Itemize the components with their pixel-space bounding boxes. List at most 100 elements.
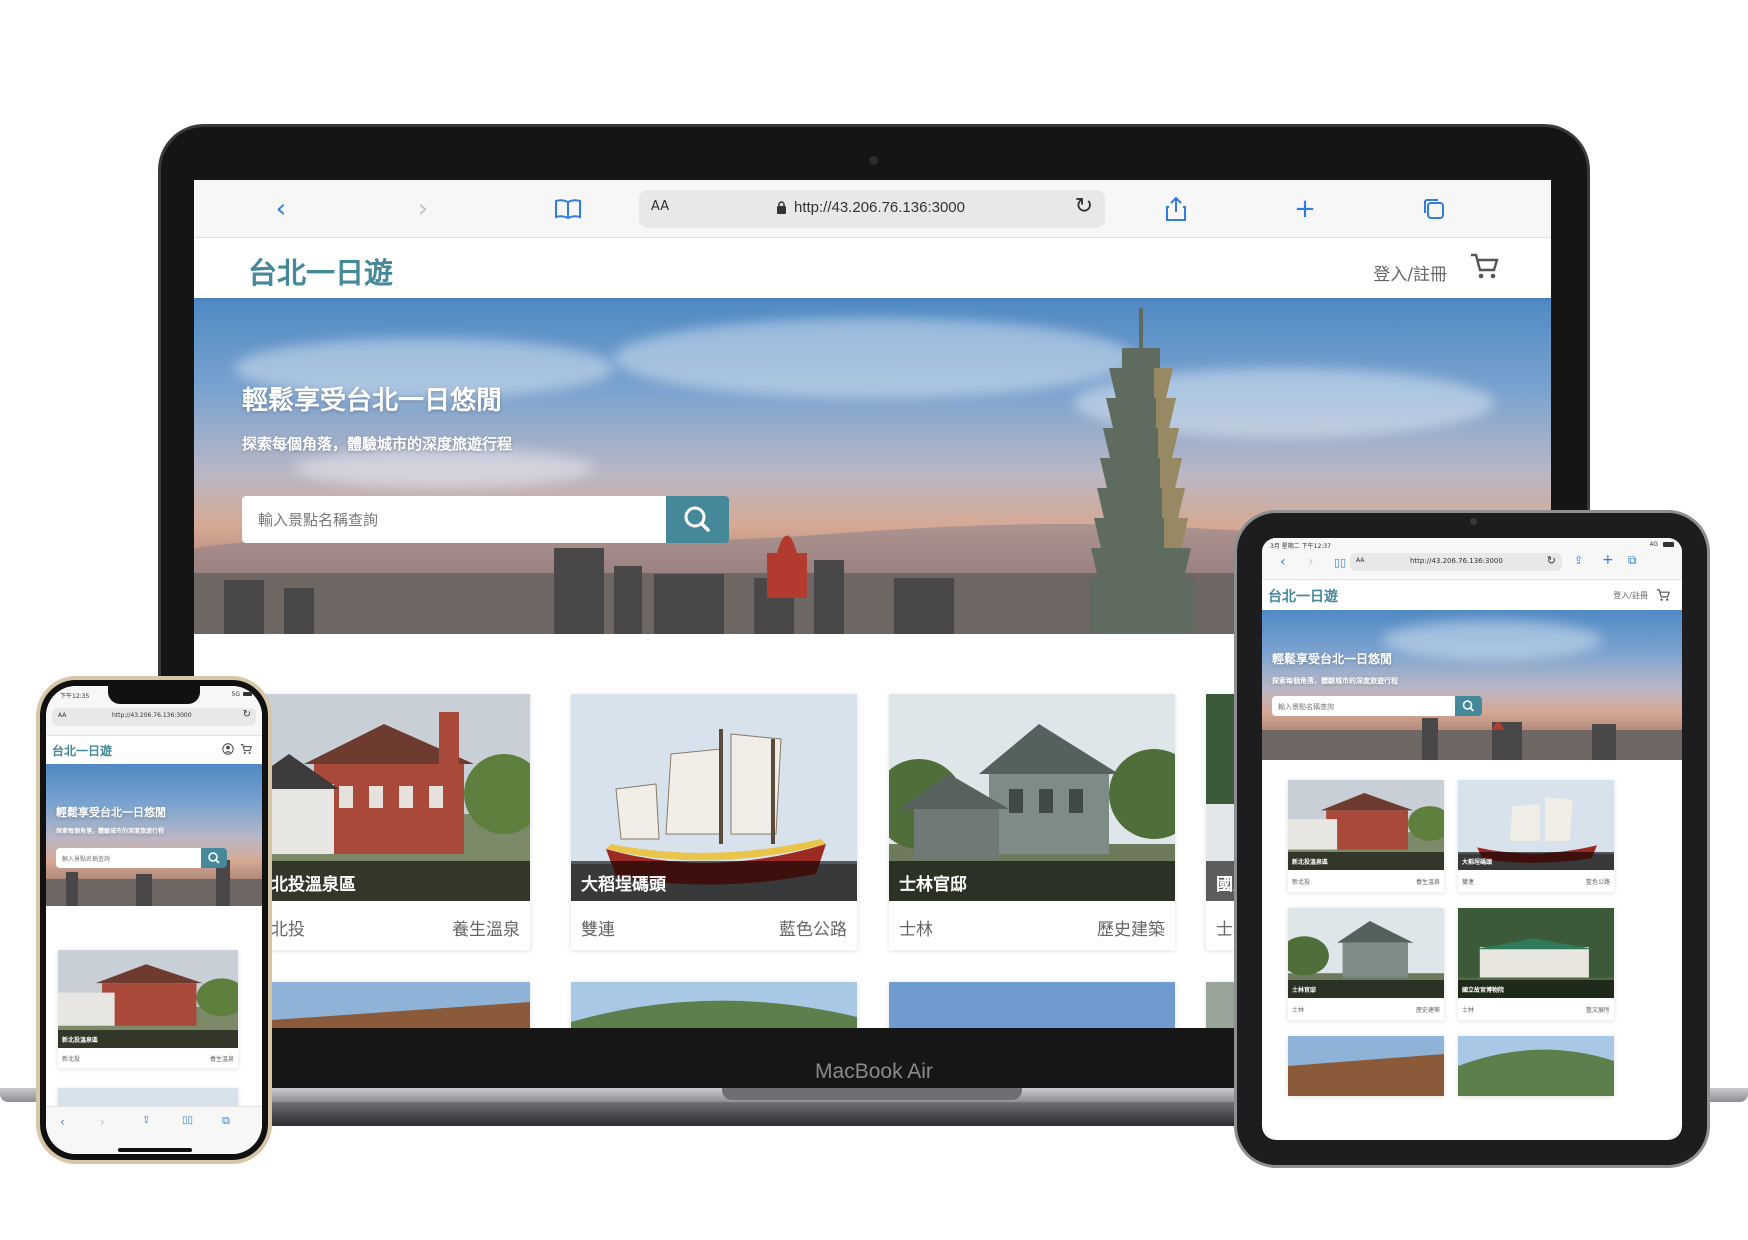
address-bar[interactable]: AA http://43.206.76.136:3000 ↻ — [1350, 553, 1562, 571]
bookmarks-icon[interactable] — [551, 192, 585, 226]
attraction-category: 養生溫泉 — [1415, 879, 1440, 886]
attraction-photo — [1458, 1036, 1614, 1096]
url-text: http://43.206.76.136:3000 — [1410, 557, 1503, 565]
reader-mode-button[interactable]: AA — [651, 199, 669, 214]
hero-title: 輕鬆享受台北一日悠閒 — [1272, 652, 1393, 666]
cart-icon[interactable] — [1469, 251, 1499, 281]
attraction-name: 新北投溫泉區 — [244, 861, 530, 901]
attraction-card[interactable]: 國立故宮博物院 士林 藝文展所 — [1458, 908, 1614, 1020]
phone-bottom-toolbar: ‹ › ⇪ ▯▯ ⧉ — [46, 1106, 262, 1154]
attraction-meta: 新北投 養生溫泉 — [58, 1048, 238, 1068]
address-bar[interactable]: AA http://43.206.76.136:3000 ↻ — [52, 708, 256, 726]
site-logo[interactable]: 台北一日遊 — [248, 250, 393, 292]
phone-screen: 下午12:35 5G AA http://43.206.76.136:3000 … — [46, 686, 262, 1154]
search-input[interactable]: 輸入景點名稱查詢 — [242, 496, 666, 543]
url-text: http://43.206.76.136:3000 — [112, 712, 192, 719]
login-register-link[interactable]: 登入/註冊 — [1373, 260, 1447, 285]
attraction-card[interactable]: 新北投溫泉區 新北投 養生溫泉 — [58, 950, 238, 1068]
user-icon[interactable] — [222, 743, 234, 755]
attraction-mrt: 士林 — [1462, 1007, 1475, 1014]
attraction-meta: 新北投 養生溫泉 — [244, 901, 530, 950]
site-header: 台北一日遊 登入/註冊 — [1262, 580, 1682, 610]
address-bar[interactable]: AA http://43.206.76.136:3000 ↻ — [639, 190, 1105, 228]
attraction-card[interactable]: 大稻埕碼頭 雙連 藍色公路 — [571, 694, 857, 950]
attraction-mrt: 士林 — [899, 920, 933, 940]
forward-icon[interactable]: › — [406, 192, 440, 226]
url-text: http://43.206.76.136:3000 — [794, 199, 965, 216]
search-button[interactable] — [1455, 696, 1482, 716]
tabs-icon[interactable]: ⧉ — [222, 1114, 230, 1128]
attraction-name: 大稻埕碼頭 — [571, 861, 857, 901]
attraction-meta: 士林 藝文展所 — [1458, 998, 1614, 1020]
attraction-category: 藝文展所 — [1585, 1007, 1610, 1014]
attraction-category: 藍色公路 — [779, 920, 847, 940]
attraction-card[interactable] — [244, 982, 530, 1028]
phone-notch — [108, 686, 200, 704]
share-icon[interactable]: ⇪ — [142, 1115, 150, 1126]
tablet-camera — [1470, 518, 1477, 525]
back-icon[interactable]: ‹ — [60, 1115, 65, 1129]
phone-status-signal: 5G — [231, 691, 240, 698]
new-tab-icon[interactable]: + — [1288, 192, 1322, 226]
forward-icon[interactable]: › — [100, 1115, 105, 1129]
attraction-card[interactable]: 新北投溫泉區 新北投 養生溫泉 — [244, 694, 530, 950]
attraction-card[interactable] — [1458, 1036, 1614, 1096]
attraction-photo — [1288, 1036, 1444, 1096]
attraction-category: 歷史建築 — [1097, 920, 1165, 940]
share-icon[interactable]: ⇪ — [1574, 554, 1583, 567]
search-icon — [1462, 700, 1475, 712]
lock-icon — [777, 201, 786, 214]
tablet-browser-toolbar: 3月 星期二 下午12:37 4G ‹ › ▯▯ AA http://43.20… — [1262, 538, 1682, 580]
search-button[interactable] — [666, 496, 729, 543]
hero-banner: 輕鬆享受台北一日悠閒 探索每個角落，體驗城市的深度旅遊行程 輸入景點名稱查詢 — [1262, 610, 1682, 760]
site-logo[interactable]: 台北一日遊 — [1268, 586, 1338, 606]
bookmarks-icon[interactable]: ▯▯ — [1334, 556, 1346, 569]
attraction-name: 新北投溫泉區 — [58, 1030, 238, 1048]
attraction-name: 國立故宮博物院 — [1458, 980, 1614, 998]
tablet-status-time: 3月 星期二 下午12:37 — [1270, 543, 1331, 550]
reload-icon[interactable]: ↻ — [1547, 554, 1556, 567]
attraction-card[interactable]: 士林官邸 士林 歷史建築 — [889, 694, 1175, 950]
site-logo[interactable]: 台北一日遊 — [52, 742, 112, 759]
back-icon[interactable]: ‹ — [264, 192, 298, 226]
search-icon — [684, 506, 710, 532]
new-tab-icon[interactable]: + — [1602, 552, 1614, 568]
attraction-category: 養生溫泉 — [452, 920, 520, 940]
device-mockup-stage: ‹ › AA http://43.206.76.136:3000 ↻ + 台北一… — [0, 0, 1748, 1240]
tabs-icon[interactable]: ⧉ — [1628, 553, 1637, 568]
reload-icon[interactable]: ↻ — [243, 709, 251, 720]
attraction-name: 大稻埕碼頭 — [1458, 852, 1614, 870]
hero-title: 輕鬆享受台北一日悠閒 — [56, 806, 166, 819]
back-icon[interactable]: ‹ — [1280, 554, 1286, 570]
tablet-status-signal: 4G — [1649, 541, 1658, 548]
attraction-meta: 新北投 養生溫泉 — [1288, 870, 1444, 892]
cart-icon[interactable] — [1656, 588, 1670, 602]
site-header: 台北一日遊 登入/註冊 — [194, 238, 1551, 298]
share-icon[interactable] — [1159, 192, 1193, 226]
hero-subtitle: 探索每個角落，體驗城市的深度旅遊行程 — [56, 828, 165, 835]
search-button[interactable] — [201, 848, 227, 868]
hero-banner: 輕鬆享受台北一日悠閒 探索每個角落，體驗城市的深度旅遊行程 輸入景點名稱查詢 — [46, 764, 262, 906]
attraction-card[interactable] — [571, 982, 857, 1028]
attraction-photo — [571, 982, 857, 1028]
tablet-screen: 3月 星期二 下午12:37 4G ‹ › ▯▯ AA http://43.20… — [1262, 538, 1682, 1140]
attraction-card[interactable] — [1288, 1036, 1444, 1096]
bookmarks-icon[interactable]: ▯▯ — [182, 1115, 193, 1126]
tabs-icon[interactable] — [1417, 192, 1451, 226]
cart-icon[interactable] — [240, 743, 252, 755]
search-input[interactable]: 輸入景點名稱查詢 — [1272, 696, 1455, 716]
reader-mode-button[interactable]: AA — [58, 712, 66, 719]
hero-subtitle: 探索每個角落，體驗城市的深度旅遊行程 — [1272, 677, 1398, 685]
attraction-mrt: 雙連 — [581, 920, 615, 940]
search-icon — [208, 852, 220, 864]
attraction-meta: 雙連 藍色公路 — [571, 901, 857, 950]
forward-icon[interactable]: › — [1308, 554, 1314, 570]
attraction-card[interactable] — [889, 982, 1175, 1028]
attraction-card[interactable]: 新北投溫泉區 新北投 養生溫泉 — [1288, 780, 1444, 892]
login-register-link[interactable]: 登入/註冊 — [1613, 590, 1648, 601]
reload-icon[interactable]: ↻ — [1075, 194, 1093, 219]
attraction-card[interactable]: 大稻埕碼頭 雙連 藍色公路 — [1458, 780, 1614, 892]
attraction-card[interactable]: 士林官邸 士林 歷史建築 — [1288, 908, 1444, 1020]
reader-mode-button[interactable]: AA — [1356, 557, 1364, 564]
search-input[interactable]: 輸入景點名稱查詢 — [56, 848, 201, 868]
